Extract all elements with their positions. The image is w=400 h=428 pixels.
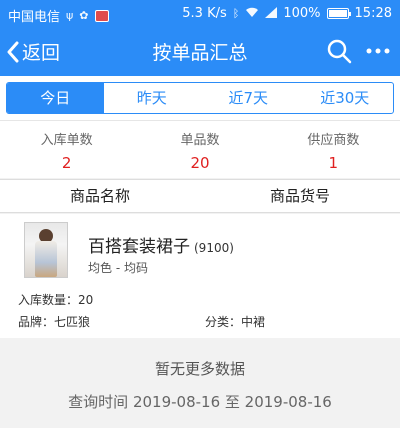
tab-last-30-days[interactable]: 近30天	[297, 83, 394, 113]
no-more-data: 暂无更多数据	[154, 360, 245, 378]
stat-value: 20	[190, 154, 210, 172]
clock: 15:28	[354, 6, 392, 21]
search-icon[interactable]	[326, 38, 352, 64]
table-header: 商品名称 商品货号	[0, 179, 400, 213]
status-bar: 中国电信 ψ ✿ 5.3 K/s ᛒ 100% 15:28	[0, 0, 400, 28]
tab-last-7-days[interactable]: 近7天	[200, 83, 297, 113]
summary-stats: 入库单数 2 单品数 20 供应商数 1	[0, 120, 400, 178]
signal-icon	[265, 6, 278, 21]
app-notification-icon: ✿	[79, 9, 89, 22]
product-thumbnail	[24, 222, 68, 278]
battery-percent: 100%	[283, 6, 321, 21]
product-category: 分类：中裙	[205, 315, 266, 329]
nav-header: 返回 按单品汇总	[0, 28, 400, 76]
stat-label: 单品数	[180, 133, 220, 148]
stat-value: 1	[328, 154, 339, 172]
date-tabs: 今日 昨天 近7天 近30天	[6, 82, 394, 114]
stat-label: 供应商数	[307, 133, 360, 148]
stat-value: 2	[61, 154, 72, 172]
stat-item-count: 单品数 20	[133, 121, 266, 178]
product-brand: 品牌：七匹狼	[18, 315, 91, 329]
usb-icon: ψ	[66, 9, 74, 22]
tab-today[interactable]: 今日	[7, 83, 104, 113]
sim-badge-icon	[94, 9, 109, 22]
column-header-product-code: 商品货号	[269, 187, 330, 205]
product-spec: 均色 - 均码	[88, 261, 148, 275]
list-footer: 暂无更多数据 查询时间 2019-08-16 至 2019-08-16	[0, 338, 400, 428]
query-time: 查询时间 2019-08-16 至 2019-08-16	[68, 393, 332, 411]
network-speed: 5.3 K/s	[182, 6, 227, 21]
column-header-product-name: 商品名称	[69, 187, 130, 205]
product-name-line: 百搭套装裙子 (9100)	[88, 232, 234, 257]
top-bar: 中国电信 ψ ✿ 5.3 K/s ᛒ 100% 15:28 返回 按单品汇总	[0, 0, 400, 76]
stat-supplier-count: 供应商数 1	[267, 121, 400, 178]
product-name: 百搭套装裙子	[88, 237, 190, 257]
carrier-label: 中国电信	[8, 10, 61, 25]
bluetooth-icon: ᛒ	[232, 7, 240, 20]
product-code: (9100)	[194, 241, 234, 255]
battery-icon	[326, 8, 351, 19]
more-icon[interactable]	[366, 47, 390, 55]
product-card[interactable]: 百搭套装裙子 (9100) 均色 - 均码 入库数量：20 品牌：七匹狼 分类：中…	[0, 214, 400, 338]
wifi-icon	[245, 7, 259, 21]
stat-inbound-orders: 入库单数 2	[0, 121, 133, 178]
inbound-quantity: 入库数量：20	[18, 293, 94, 307]
stat-label: 入库单数	[40, 133, 93, 148]
tab-yesterday[interactable]: 昨天	[104, 83, 201, 113]
date-filter: 今日 昨天 近7天 近30天	[0, 76, 400, 120]
